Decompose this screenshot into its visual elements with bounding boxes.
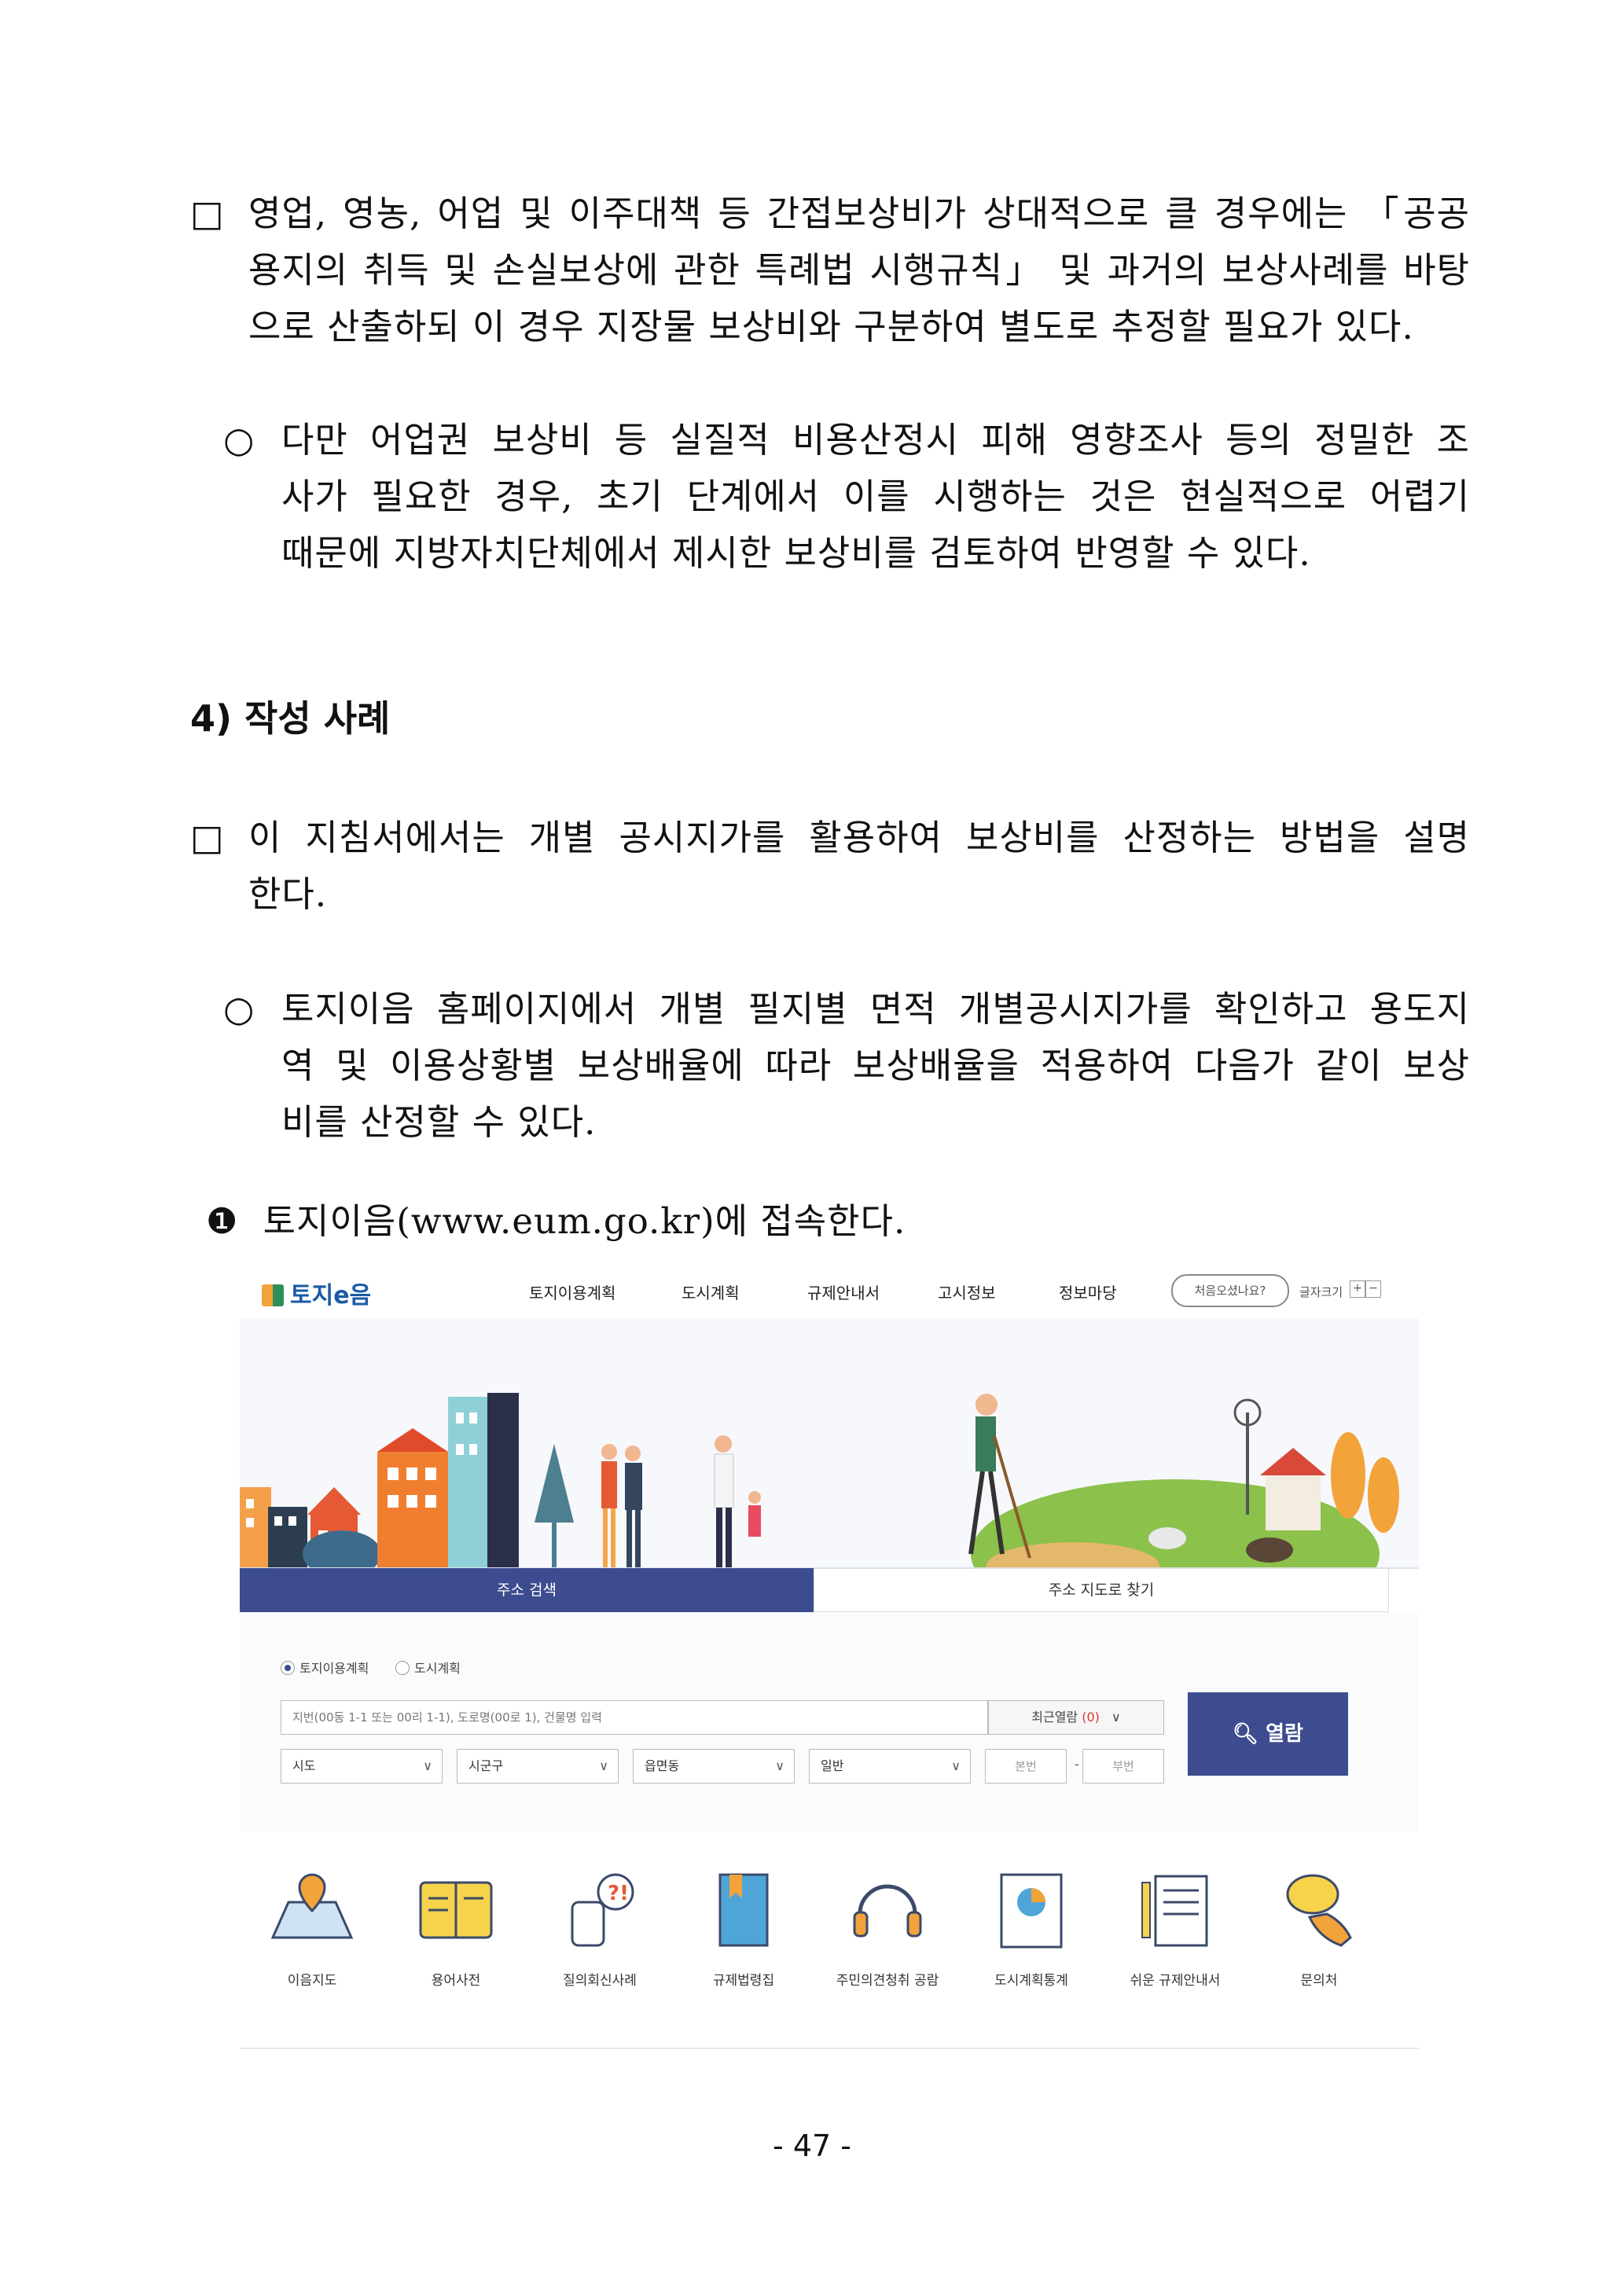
recent-view-dropdown[interactable]: 최근열람 (0) ∨ (988, 1700, 1164, 1735)
question-hand-icon: ?! (571, 1873, 634, 1947)
circle-bullet: ○ (223, 988, 255, 1030)
tab-map-search[interactable]: 주소 지도로 찾기 (814, 1568, 1389, 1612)
chevron-down-icon: ∨ (599, 1758, 608, 1773)
address-search-input[interactable]: 지번(00동 1-1 또는 00리 1-1), 도로명(00로 1), 건물명 … (281, 1700, 988, 1735)
site-header: 토지e음 토지이용계획 도시계획 규제안내서 고시정보 정보마당 처음오셨나요?… (240, 1262, 1419, 1317)
quick-link-qna-cases[interactable]: ?! 질의회신사례 (541, 1867, 659, 1989)
quick-links: 이음지도 용어사전 ?! 질의회신사례 규제법령집 주민의견청취 공람 도시계획… (240, 1835, 1419, 2049)
paragraph-line: 이 지침서에서는 개별 공시지가를 활용하여 보상비를 산정하는 방법을 설명 (248, 817, 1470, 858)
chevron-down-icon: ∨ (1111, 1710, 1121, 1725)
quick-link-glossary[interactable]: 용어사전 (397, 1867, 515, 1989)
search-tabs: 주소 검색 주소 지도로 찾기 (240, 1568, 1389, 1622)
nav-notice-info[interactable]: 고시정보 (938, 1280, 996, 1303)
chevron-down-icon: ∨ (423, 1758, 432, 1773)
main-number-input[interactable]: 본번 (985, 1749, 1067, 1784)
select-sigungu[interactable]: 시군구 ∨ (457, 1749, 619, 1784)
paragraph-line: 비를 산정할 수 있다. (281, 1101, 597, 1143)
font-decrease-button[interactable]: − (1365, 1280, 1381, 1298)
recent-count: (0) (1082, 1710, 1100, 1725)
farmhouse-icon (1266, 1475, 1321, 1530)
select-eupmyeondong[interactable]: 읍면동 ∨ (633, 1749, 795, 1784)
number-separator: - (1075, 1757, 1079, 1772)
building-icon (240, 1487, 271, 1570)
step-number-icon: ❶ (206, 1200, 239, 1242)
headset-icon (853, 1884, 922, 1938)
paragraph-line: 때문에 지방자치단체에서 제시한 보상비를 검토하여 반영할 수 있다. (281, 532, 1311, 574)
quick-link-urban-statistics[interactable]: 도시계획통계 (972, 1867, 1090, 1989)
paragraph-line: 사가 필요한 경우, 초기 단계에서 이를 시행하는 것은 현실적으로 어렵기 (281, 476, 1470, 517)
search-panel: 토지이용계획 도시계획 지번(00동 1-1 또는 00리 1-1), 도로명(… (240, 1612, 1419, 1832)
first-visit-button[interactable]: 처음오셨나요? (1171, 1274, 1289, 1307)
law-book-icon (718, 1873, 769, 1947)
phone-chat-icon (1286, 1874, 1352, 1947)
building-icon (448, 1397, 487, 1570)
paragraph-line: 토지이음 홈페이지에서 개별 필지별 면적 개별공시지가를 확인하고 용도지 (281, 988, 1470, 1030)
square-bullet: □ (190, 193, 225, 234)
font-size-label: 글자크기 (1299, 1285, 1343, 1299)
map-pin-icon (270, 1873, 354, 1939)
person-icon (601, 1444, 617, 1460)
paragraph-line: 으로 산출하되 이 경우 지장물 보상비와 구분하여 별도로 추정할 필요가 있… (248, 306, 1414, 347)
book-icon (419, 1881, 493, 1939)
tab-address-search[interactable]: 주소 검색 (240, 1568, 814, 1612)
view-button[interactable]: 🔍︎ 열람 (1188, 1692, 1348, 1776)
nav-info-plaza[interactable]: 정보마당 (1059, 1280, 1117, 1303)
radio-checked-icon (281, 1661, 295, 1675)
select-sido[interactable]: 시도 ∨ (281, 1749, 443, 1784)
step-one: ❶ 토지이음(www.eum.go.kr)에 접속한다. (206, 1193, 1385, 1250)
person-icon (625, 1446, 641, 1461)
paragraph-line: 용지의 취득 및 손실보상에 관한 특례법 시행규칙」 및 과거의 보상사례를 … (248, 249, 1470, 291)
chevron-down-icon: ∨ (775, 1758, 784, 1773)
sheep-icon (1148, 1527, 1186, 1549)
quick-link-contact[interactable]: 문의처 (1260, 1867, 1378, 1989)
logo-mark-icon (262, 1284, 284, 1306)
tree-icon (1331, 1432, 1365, 1519)
document-pencil-icon (1141, 1875, 1208, 1947)
paragraph-eum-homepage: ○ 토지이음 홈페이지에서 개별 필지별 면적 개별공시지가를 확인하고 용도지… (223, 981, 1470, 1151)
quick-link-regulation-laws[interactable]: 규제법령집 (685, 1867, 803, 1989)
svg-text:?!: ?! (608, 1882, 629, 1905)
step-text: 토지이음(www.eum.go.kr)에 접속한다. (263, 1200, 906, 1242)
select-land-type[interactable]: 일반 ∨ (809, 1749, 971, 1784)
radio-unchecked-icon (395, 1661, 410, 1675)
cow-icon (1246, 1537, 1293, 1563)
section-heading: 4) 작성 사례 (190, 697, 391, 740)
paragraph-line: 역 및 이용상황별 보상배율에 따라 보상배율을 적용하여 다음가 같이 보상 (281, 1045, 1470, 1086)
quick-link-eum-map[interactable]: 이음지도 (253, 1867, 371, 1989)
nav-regulation-guide[interactable]: 규제안내서 (807, 1280, 880, 1303)
town-and-farm-illustration (240, 1318, 1419, 1629)
paragraph-line: 한다. (248, 873, 328, 915)
eum-website-screenshot: 토지e음 토지이용계획 도시계획 규제안내서 고시정보 정보마당 처음오셨나요?… (240, 1262, 1419, 2049)
hero-banner (240, 1318, 1419, 1629)
clipboard-chart-icon (1000, 1873, 1063, 1949)
quick-link-easy-guide[interactable]: 쉬운 규제안내서 (1116, 1867, 1234, 1989)
site-logo[interactable]: 토지e음 (262, 1276, 371, 1310)
tree-icon (1368, 1457, 1399, 1533)
paragraph-line: 영업, 영농, 어업 및 이주대책 등 간접보상비가 상대적으로 클 경우에는 … (248, 193, 1470, 234)
chevron-down-icon: ∨ (951, 1758, 961, 1773)
radio-urban-plan[interactable]: 도시계획 (395, 1658, 461, 1677)
building-icon (268, 1507, 307, 1570)
paragraph-indirect-compensation: □ 영업, 영농, 어업 및 이주대책 등 간접보상비가 상대적으로 클 경우에… (190, 186, 1470, 355)
search-icon: 🔍︎ (1233, 1722, 1259, 1746)
radio-land-use[interactable]: 토지이용계획 (281, 1658, 369, 1677)
person-icon (715, 1435, 732, 1453)
page-number: - 47 - (773, 2129, 851, 2163)
farmer-icon (976, 1394, 998, 1416)
paragraph-fishery-rights: ○ 다만 어업권 보상비 등 실질적 비용산정시 피해 영향조사 등의 정밀한 … (223, 412, 1470, 582)
building-icon (487, 1393, 519, 1570)
sub-number-input[interactable]: 부번 (1082, 1749, 1164, 1784)
paragraph-guideline-intro: □ 이 지침서에서는 개별 공시지가를 활용하여 보상비를 산정하는 방법을 설… (190, 810, 1470, 923)
child-icon (748, 1491, 761, 1504)
paragraph-line: 다만 어업권 보상비 등 실질적 비용산정시 피해 영향조사 등의 정밀한 조 (281, 419, 1470, 461)
quick-link-public-hearing[interactable]: 주민의견청취 공람 (829, 1867, 946, 1989)
circle-bullet: ○ (223, 419, 255, 461)
nav-land-use-plan[interactable]: 토지이용계획 (529, 1280, 615, 1303)
square-bullet: □ (190, 817, 225, 858)
font-increase-button[interactable]: + (1350, 1280, 1365, 1298)
nav-urban-plan[interactable]: 도시계획 (682, 1280, 740, 1303)
